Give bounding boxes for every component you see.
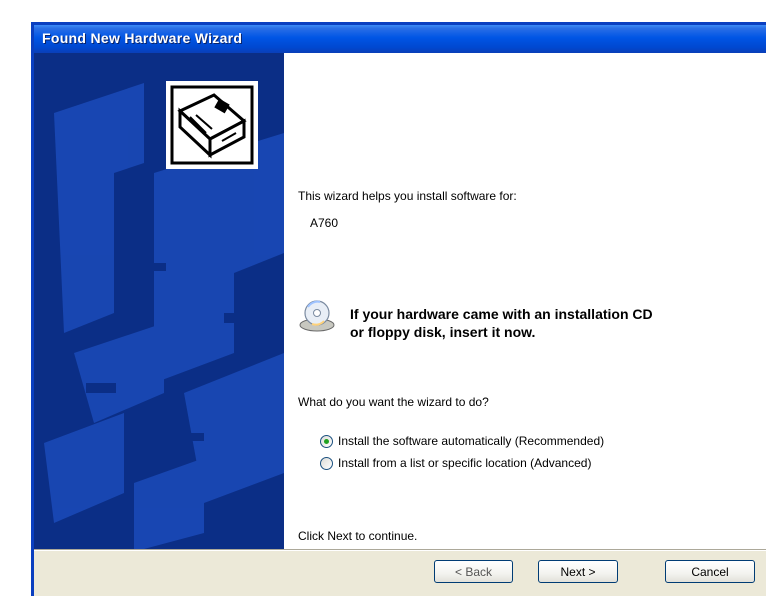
title-bar[interactable]: Found New Hardware Wizard <box>34 25 766 53</box>
wizard-question: What do you want the wizard to do? <box>298 395 489 409</box>
window-title: Found New Hardware Wizard <box>42 30 243 46</box>
option-advanced-label: Install from a list or specific location… <box>338 456 592 470</box>
insert-cd-prompt: If your hardware came with an installati… <box>350 305 766 341</box>
wizard-side-panel <box>34 53 284 549</box>
insert-cd-prompt-line2: or floppy disk, insert it now. <box>350 324 536 340</box>
option-install-from-list[interactable]: Install from a list or specific location… <box>320 454 591 472</box>
hardware-wizard-icon <box>166 81 258 169</box>
insert-cd-prompt-line1: If your hardware came with an installati… <box>350 306 653 322</box>
device-name: A760 <box>310 216 339 230</box>
wizard-window: Found New Hardware Wizard This wizard he… <box>31 22 766 596</box>
back-button[interactable]: < Back <box>434 560 513 583</box>
cd-disk-icon <box>298 299 338 333</box>
radio-automatic[interactable] <box>320 434 333 448</box>
radio-advanced[interactable] <box>320 456 333 470</box>
cancel-button[interactable]: Cancel <box>665 560 755 583</box>
footer-divider <box>34 549 766 551</box>
option-install-automatically[interactable]: Install the software automatically (Reco… <box>320 432 604 450</box>
wizard-content: This wizard helps you install software f… <box>284 53 766 549</box>
continue-text: Click Next to continue. <box>298 529 418 543</box>
option-automatic-label: Install the software automatically (Reco… <box>338 434 605 448</box>
intro-text: This wizard helps you install software f… <box>298 189 517 203</box>
next-button[interactable]: Next > <box>538 560 618 583</box>
